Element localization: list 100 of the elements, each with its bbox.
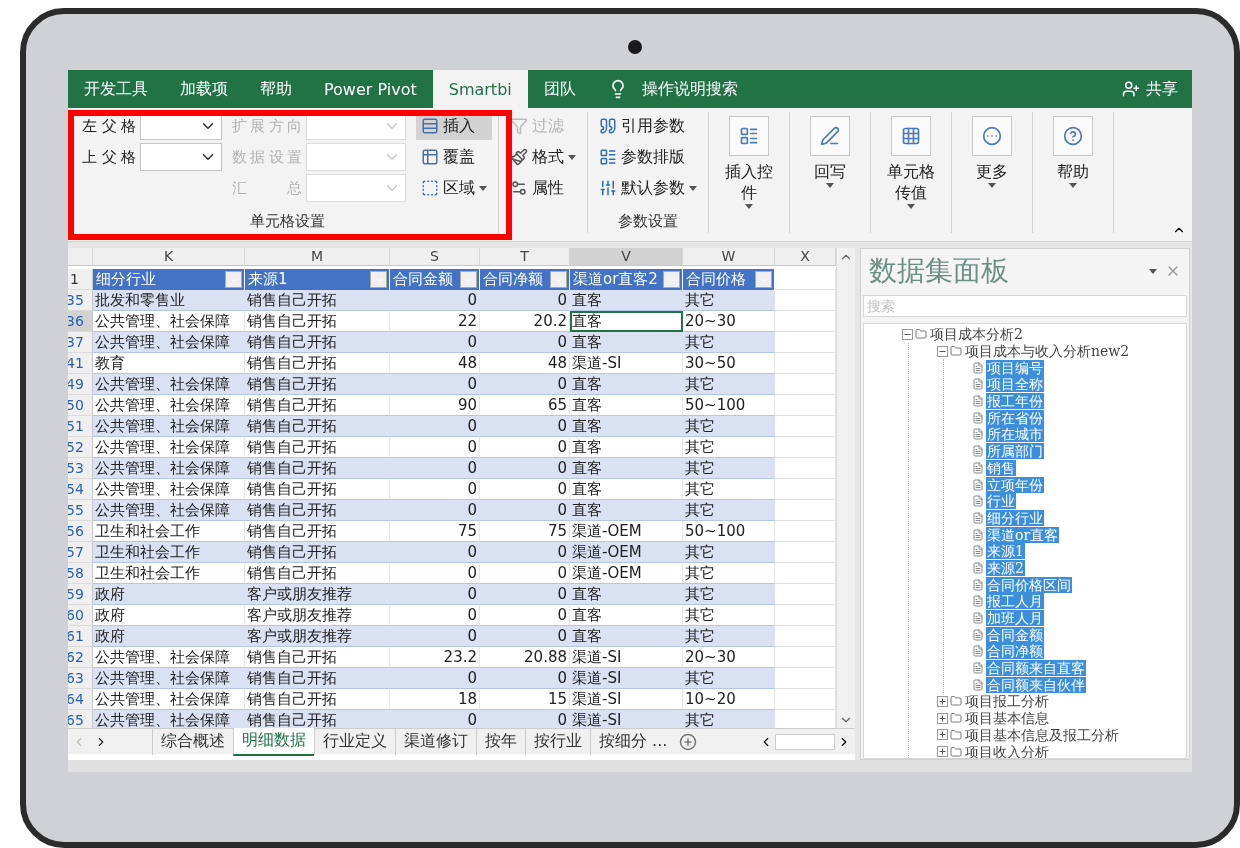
sheet-tab[interactable]: 按年: [476, 728, 525, 755]
table-cell: 其它: [683, 500, 775, 521]
ribbon-tab[interactable]: 开发工具: [68, 70, 164, 108]
table-cell: 政府: [93, 584, 245, 605]
sheet-tab[interactable]: 渠道修订: [395, 728, 476, 755]
tool-icon: [820, 126, 840, 146]
expand-icon[interactable]: [937, 746, 948, 758]
expand-icon[interactable]: [937, 712, 948, 724]
table-cell: 公共管理、社会保障: [93, 332, 245, 353]
table-cell: 销售自己开拓: [245, 689, 390, 710]
filter-button[interactable]: [225, 271, 242, 288]
column-header[interactable]: S: [390, 248, 480, 266]
tree-item[interactable]: 项目基本信息及报工分析: [964, 726, 1120, 743]
table-cell: 销售自己开拓: [245, 458, 390, 479]
column-header[interactable]: W: [683, 248, 775, 266]
column-header[interactable]: X: [775, 248, 836, 266]
filter-button[interactable]: [370, 271, 387, 288]
table-cell: 客户或朋友推荐: [245, 584, 390, 605]
field-icon: [972, 578, 984, 591]
filter-button[interactable]: [663, 271, 680, 288]
dropdown-field[interactable]: [306, 174, 406, 202]
table-cell: 渠道-SI: [570, 668, 683, 689]
table-cell: 直客: [570, 437, 683, 458]
field-label: 汇 总: [232, 178, 302, 198]
ribbon-button[interactable]: 默认参数: [594, 174, 702, 202]
ribbon-button[interactable]: 参数排版: [594, 143, 702, 171]
table-cell: 其它: [683, 332, 775, 353]
tree-item[interactable]: 项目报工分析: [964, 693, 1050, 710]
table-cell: 其它: [683, 668, 775, 689]
ribbon-tab[interactable]: Power Pivot: [308, 70, 433, 108]
table-cell: 客户或朋友推荐: [245, 605, 390, 626]
ribbon-large-button[interactable]: 插入控件: [713, 112, 785, 209]
ribbon-tab[interactable]: 帮助: [244, 70, 308, 108]
column-header[interactable]: M: [245, 248, 390, 266]
add-sheet-icon[interactable]: [679, 732, 698, 751]
table-cell: 直客: [570, 458, 683, 479]
field-icon: [972, 378, 984, 391]
tree-item[interactable]: 项目收入分析: [964, 743, 1050, 758]
ribbon-large-button[interactable]: 回写: [794, 112, 866, 188]
header-label: 合同净额: [483, 270, 543, 289]
dropdown-field[interactable]: [140, 143, 222, 171]
collapse-icon[interactable]: [902, 328, 913, 340]
table-cell: 销售自己开拓: [245, 647, 390, 668]
ribbon-large-button[interactable]: 单元格传值: [875, 112, 947, 209]
search-field[interactable]: 搜索: [863, 295, 1187, 317]
table-cell: 50~100: [683, 395, 775, 416]
tree-item[interactable]: 项目基本信息: [964, 710, 1050, 727]
tree-item[interactable]: 项目成本与收入分析new2: [964, 343, 1131, 360]
table-cell: 公共管理、社会保障: [93, 437, 245, 458]
table-cell: 公共管理、社会保障: [93, 395, 245, 416]
collapse-icon[interactable]: [937, 345, 948, 357]
table-cell: 其它: [683, 563, 775, 584]
ribbon-button[interactable]: 格式: [505, 143, 581, 171]
ribbon-tab[interactable]: 团队: [527, 70, 592, 108]
expand-icon[interactable]: [937, 729, 948, 741]
column-header[interactable]: T: [480, 248, 570, 266]
field-icon: [972, 645, 984, 658]
row-number: 1: [68, 269, 93, 290]
table-cell: 22: [390, 311, 480, 332]
table-cell: 0: [480, 332, 570, 353]
ribbon-tab[interactable]: Smartbi: [432, 70, 528, 108]
ribbon-large-button[interactable]: 更多: [956, 112, 1028, 188]
table-cell: 48: [390, 353, 480, 374]
table-cell: 教育: [93, 353, 245, 374]
table-cell: 销售自己开拓: [245, 395, 390, 416]
sheet-tab[interactable]: 明细数据: [233, 727, 314, 756]
sheet-tab[interactable]: 按行业: [525, 728, 590, 755]
table-cell: 销售自己开拓: [245, 710, 390, 728]
table-cell: 直客: [570, 416, 683, 437]
ribbon-button[interactable]: 覆盖: [416, 143, 492, 171]
field-label: 左父格: [82, 116, 136, 136]
tree-item[interactable]: 项目成本分析2: [929, 326, 1024, 343]
ribbon-button[interactable]: 区域: [416, 174, 492, 202]
sheet-tab[interactable]: 按细分 ...: [590, 728, 676, 755]
ribbon-large-button[interactable]: 帮助: [1037, 112, 1109, 188]
table-cell: 公共管理、社会保障: [93, 668, 245, 689]
table-cell: 0: [480, 290, 570, 311]
expand-icon[interactable]: [937, 695, 948, 707]
table-cell: 销售自己开拓: [245, 668, 390, 689]
vertical-scrollbar[interactable]: [836, 248, 855, 728]
column-header[interactable]: K: [93, 248, 245, 266]
caret-icon[interactable]: [1149, 268, 1157, 274]
ribbon-button[interactable]: 引用参数: [594, 112, 702, 140]
ribbon-button[interactable]: 属性: [505, 174, 581, 202]
parameter-icon: [599, 148, 617, 166]
dropdown-field[interactable]: [306, 143, 406, 171]
table-cell: 公共管理、社会保障: [93, 416, 245, 437]
sheet-tab[interactable]: 行业定义: [314, 728, 395, 755]
tell-me-search[interactable]: 操作说明搜索: [591, 70, 754, 108]
horizontal-scrollbar[interactable]: [775, 733, 835, 750]
filter-button[interactable]: [550, 271, 567, 288]
ribbon-tab[interactable]: 加载项: [164, 70, 244, 108]
caret-icon: [745, 203, 753, 209]
filter-button[interactable]: [755, 271, 772, 288]
share-button[interactable]: 共享: [1108, 70, 1192, 108]
tool-icon: [901, 126, 921, 146]
column-header[interactable]: V: [570, 248, 683, 266]
filter-button[interactable]: [460, 271, 477, 288]
table-cell: 公共管理、社会保障: [93, 500, 245, 521]
table-cell: 渠道-OEM: [570, 521, 683, 542]
